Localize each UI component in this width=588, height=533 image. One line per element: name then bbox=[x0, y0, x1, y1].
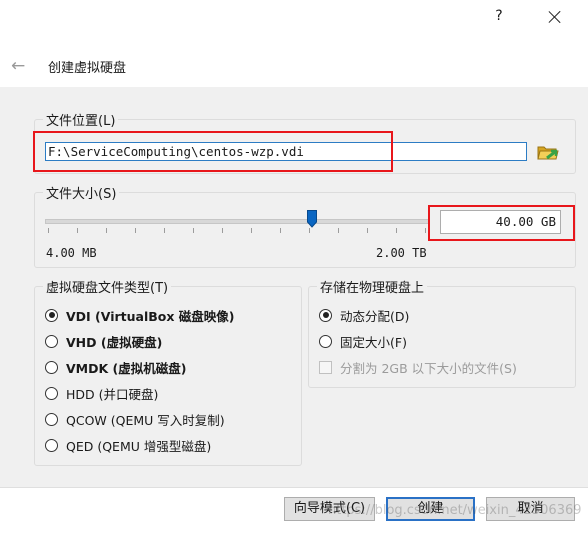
split-label: 分割为 2GB 以下大小的文件(S) bbox=[340, 360, 517, 376]
radio-indicator bbox=[45, 386, 58, 400]
slider-tick bbox=[309, 228, 310, 233]
split-checkbox[interactable]: 分割为 2GB 以下大小的文件(S) bbox=[319, 358, 517, 376]
size-min-label: 4.00 MB bbox=[46, 246, 97, 260]
radio-indicator bbox=[45, 438, 58, 452]
radio-indicator bbox=[319, 308, 332, 322]
create-button[interactable]: 创建 bbox=[386, 497, 475, 521]
slider-tick bbox=[222, 228, 223, 233]
radio-label: VDI (VirtualBox 磁盘映像) bbox=[66, 308, 235, 324]
radio-label: 动态分配(D) bbox=[340, 308, 410, 324]
radio-dynamic[interactable]: 动态分配(D) bbox=[319, 306, 409, 324]
radio-indicator bbox=[45, 360, 58, 374]
slider-tick bbox=[367, 228, 368, 233]
radio-vdi[interactable]: VDI (VirtualBox 磁盘映像) bbox=[45, 306, 235, 324]
slider-tick bbox=[164, 228, 165, 233]
size-max-label: 2.00 TB bbox=[376, 246, 427, 260]
back-arrow-icon[interactable]: ← bbox=[11, 56, 31, 76]
radio-qcow[interactable]: QCOW (QEMU 写入时复制) bbox=[45, 410, 225, 428]
size-value-input[interactable]: 40.00 GB bbox=[440, 210, 561, 234]
page-title: 创建虚拟硬盘 bbox=[48, 61, 127, 76]
radio-label: VHD (虚拟硬盘) bbox=[66, 334, 163, 350]
radio-qed[interactable]: QED (QEMU 增强型磁盘) bbox=[45, 436, 211, 454]
file-path-input[interactable]: F:\ServiceComputing\centos-wzp.vdi bbox=[45, 142, 527, 161]
size-slider-track[interactable] bbox=[45, 219, 430, 224]
close-icon[interactable] bbox=[546, 8, 564, 26]
radio-label: VMDK (虚拟机磁盘) bbox=[66, 360, 187, 376]
slider-tick bbox=[77, 228, 78, 233]
radio-label: QED (QEMU 增强型磁盘) bbox=[66, 438, 212, 454]
slider-tick bbox=[251, 228, 252, 233]
wizard-mode-button[interactable]: 向导模式(C) bbox=[284, 497, 375, 521]
slider-tick bbox=[338, 228, 339, 233]
radio-indicator bbox=[45, 308, 58, 322]
radio-indicator bbox=[45, 412, 58, 426]
radio-label: 固定大小(F) bbox=[340, 334, 407, 350]
radio-label: QCOW (QEMU 写入时复制) bbox=[66, 412, 225, 428]
file-location-legend: 文件位置(L) bbox=[43, 110, 119, 129]
slider-tick bbox=[280, 228, 281, 233]
radio-indicator bbox=[319, 334, 332, 348]
title-bar: ? bbox=[0, 0, 588, 34]
slider-tick bbox=[425, 228, 426, 233]
checkbox-indicator bbox=[319, 360, 332, 374]
folder-icon[interactable] bbox=[537, 143, 559, 161]
slider-tick bbox=[193, 228, 194, 233]
slider-tick bbox=[396, 228, 397, 233]
slider-ticks bbox=[48, 228, 426, 236]
slider-tick bbox=[48, 228, 49, 233]
radio-hdd[interactable]: HDD (并口硬盘) bbox=[45, 384, 158, 402]
cancel-button[interactable]: 取消 bbox=[486, 497, 575, 521]
radio-vmdk[interactable]: VMDK (虚拟机磁盘) bbox=[45, 358, 186, 376]
storage-legend: 存储在物理硬盘上 bbox=[317, 277, 428, 296]
slider-tick bbox=[135, 228, 136, 233]
size-slider-thumb[interactable] bbox=[307, 210, 317, 228]
slider-tick bbox=[106, 228, 107, 233]
radio-vhd[interactable]: VHD (虚拟硬盘) bbox=[45, 332, 162, 350]
radio-indicator bbox=[45, 334, 58, 348]
help-button[interactable]: ? bbox=[491, 8, 507, 26]
file-size-legend: 文件大小(S) bbox=[43, 183, 120, 202]
disk-type-legend: 虚拟硬盘文件类型(T) bbox=[43, 277, 172, 296]
radio-fixed[interactable]: 固定大小(F) bbox=[319, 332, 407, 350]
radio-label: HDD (并口硬盘) bbox=[66, 386, 159, 402]
